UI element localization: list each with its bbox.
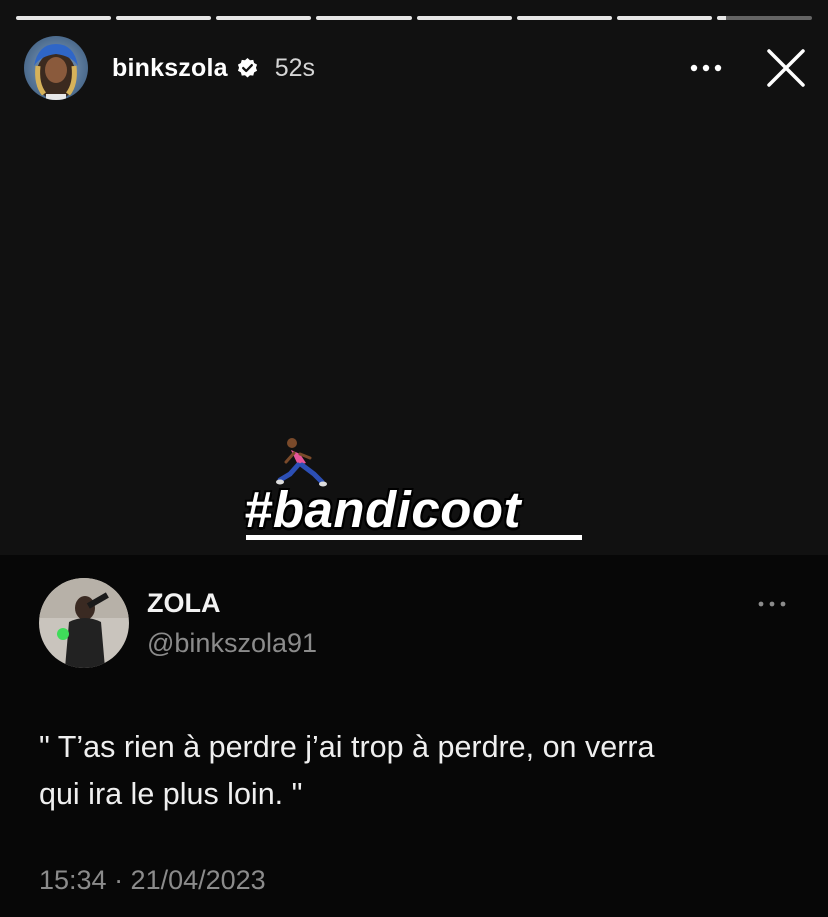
avatar[interactable] — [24, 36, 88, 100]
tweet-text-line: " T’as rien à perdre j’ai trop à perdre,… — [39, 730, 655, 764]
tweet-text-line: qui ira le plus loin. " — [39, 777, 303, 811]
hashtag-sticker[interactable]: #bandicoot — [244, 480, 521, 539]
progress-segment — [616, 16, 712, 20]
progress-segment — [316, 16, 412, 20]
username[interactable]: binkszola — [112, 54, 228, 83]
verified-badge-icon — [236, 57, 259, 80]
tweet-author-handle: @binkszola91 — [147, 628, 318, 658]
progress-fill — [116, 16, 212, 20]
progress-segment — [216, 16, 312, 20]
tweet-author-name: ZOLA — [147, 588, 221, 618]
more-options-button[interactable] — [686, 48, 726, 88]
progress-segment — [716, 16, 812, 20]
more-dots-icon — [758, 601, 786, 607]
tweet-more-button — [756, 592, 788, 616]
tweet-timestamp: 15:34 · 21/04/2023 — [39, 865, 266, 895]
story-timestamp: 52s — [274, 53, 316, 82]
progress-fill — [216, 16, 312, 20]
story-progress-bar — [16, 16, 812, 20]
progress-segment — [116, 16, 212, 20]
more-dots-icon — [690, 64, 722, 72]
progress-fill — [616, 16, 712, 20]
progress-segment — [16, 16, 112, 20]
progress-fill — [716, 16, 727, 20]
progress-fill — [516, 16, 612, 20]
tweet-avatar — [39, 578, 129, 668]
tweet-text: " T’as rien à perdre j’ai trop à perdre,… — [39, 724, 779, 818]
progress-fill — [316, 16, 412, 20]
story-view[interactable]: binkszola 52s #bandicoot ZOLA @binkszola… — [0, 0, 828, 917]
close-button[interactable] — [764, 46, 808, 90]
progress-segment — [416, 16, 512, 20]
hashtag-underline — [246, 535, 582, 540]
progress-fill — [416, 16, 512, 20]
progress-segment — [516, 16, 612, 20]
progress-fill — [16, 16, 112, 20]
close-icon — [767, 49, 805, 87]
story-header: binkszola 52s — [24, 36, 808, 100]
